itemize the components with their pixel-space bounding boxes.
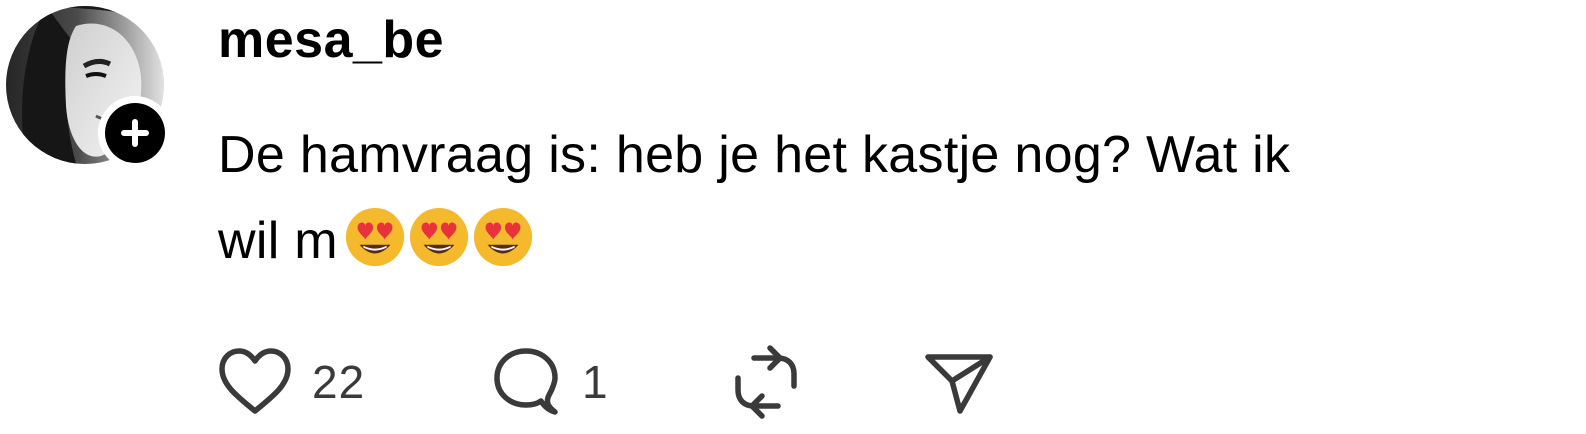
smiling-face-with-heart-eyes-emoji	[473, 207, 532, 267]
follow-button[interactable]	[98, 96, 172, 170]
emoji-group	[344, 206, 536, 294]
smiling-face-with-heart-eyes-emoji	[345, 207, 404, 267]
repost-icon	[735, 345, 797, 419]
share-icon	[925, 354, 993, 414]
comment-icon	[494, 348, 558, 415]
post-text-line-2: wil m	[218, 212, 338, 270]
smiling-face-with-heart-eyes-emoji	[409, 207, 468, 267]
post-text-line-2-container: wil m	[218, 198, 1578, 294]
reply-button[interactable]: 1	[490, 344, 609, 420]
username[interactable]: mesa_be	[218, 10, 444, 70]
share-button[interactable]	[922, 344, 994, 420]
like-button[interactable]: 22	[218, 344, 365, 420]
repost-button[interactable]	[730, 344, 802, 420]
like-count: 22	[312, 356, 366, 408]
avatar-container[interactable]	[6, 6, 172, 170]
heart-icon	[219, 348, 291, 414]
plus-icon	[105, 103, 165, 163]
reply-count: 1	[582, 356, 609, 408]
post-text: De hamvraag is: heb je het kastje nog? W…	[218, 112, 1578, 294]
post-text-line-1: De hamvraag is: heb je het kastje nog? W…	[218, 126, 1291, 184]
